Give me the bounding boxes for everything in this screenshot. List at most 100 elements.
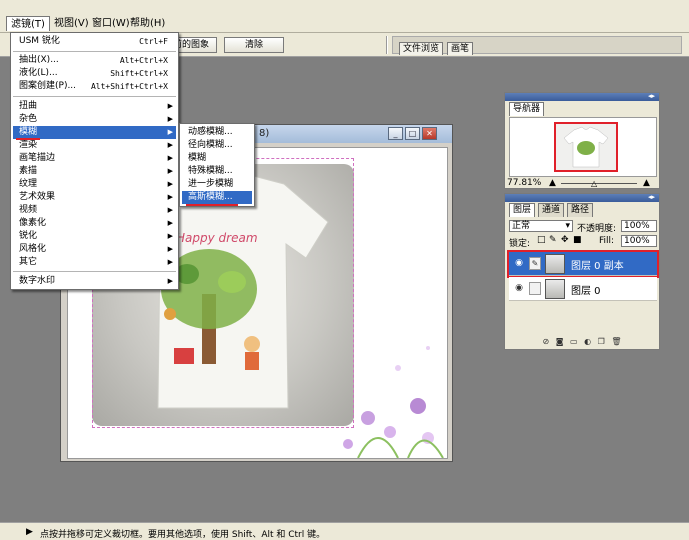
submenu-item-blur-more[interactable]: 进一步模糊 — [182, 178, 252, 191]
layers-footer: ⊘ ◙ ▭ ◐ ❐ 🗑 — [509, 337, 657, 347]
chevron-right-icon: ▶ — [167, 102, 173, 110]
menu-help[interactable]: 帮助(H) — [126, 16, 169, 31]
layers-panel: ◂▸ 图层 通道 路径 正常 ▾ 不透明度: 100% 锁定: □ ✎ ✥ ■ F… — [504, 193, 660, 350]
submenu-item-motion-blur[interactable]: 动感模糊... — [182, 126, 252, 139]
submenu-item-blur[interactable]: 模糊 — [182, 152, 252, 165]
menu-item-digimarc[interactable]: 数字水印 ▶ — [13, 275, 176, 288]
menu-separator — [13, 96, 176, 97]
layer-row[interactable]: ◉ ✎ 图层 0 副本 — [507, 250, 659, 278]
chevron-right-icon: ▶ — [167, 277, 173, 285]
annotation-underline-gaussian — [186, 204, 238, 206]
lock-transparency-icon[interactable]: □ — [537, 235, 546, 245]
menu-separator — [13, 271, 176, 272]
tab-brushes[interactable]: 画笔 — [447, 42, 474, 55]
clear-button[interactable]: 清除 — [224, 37, 284, 53]
zoom-out-icon[interactable]: ▲ — [549, 178, 556, 189]
lock-all-icon[interactable]: ■ — [573, 235, 582, 245]
tab-navigator[interactable]: 导航器 — [509, 102, 545, 116]
chevron-right-icon: ▶ — [167, 206, 173, 214]
layer-style-icon[interactable]: ⊘ — [542, 337, 551, 346]
palette-titlebar[interactable]: ◂▸ — [505, 193, 659, 202]
submenu-item-smart-blur[interactable]: 特殊模糊... — [182, 165, 252, 178]
chevron-right-icon: ▶ — [167, 154, 173, 162]
layer-row[interactable]: ◉ 图层 0 — [509, 277, 657, 301]
menu-item-artistic[interactable]: 艺术效果 ▶ — [13, 191, 176, 204]
status-bar: ▶ 点按并拖移可定义裁切框。要用其他选项，使用 Shift、Alt 和 Ctrl… — [0, 522, 689, 540]
menu-view[interactable]: 视图(V) — [50, 16, 93, 31]
close-icon[interactable]: ✕ — [422, 127, 437, 140]
fill-field[interactable]: 100% — [621, 235, 657, 247]
navigator-view-box[interactable] — [554, 122, 618, 172]
mask-icon[interactable]: ◙ — [556, 337, 566, 346]
eye-icon[interactable]: ◉ — [511, 258, 527, 270]
status-text: 点按并拖移可定义裁切框。要用其他选项，使用 Shift、Alt 和 Ctrl 键… — [40, 530, 326, 540]
menu-item-usm-sharpen[interactable]: USM 锐化 Ctrl+F — [13, 35, 176, 48]
eye-icon[interactable]: ◉ — [511, 283, 527, 295]
menu-item-noise[interactable]: 杂色 ▶ — [13, 113, 176, 126]
lock-label: 锁定: — [509, 239, 531, 249]
navigator-zoom-row: 77.81% ▲ △ ▲ — [507, 178, 659, 189]
tshirt-thumbnail — [563, 126, 609, 168]
tab-layers[interactable]: 图层 — [509, 203, 536, 217]
layer-name[interactable]: 图层 0 — [571, 282, 601, 297]
navigator-zoom-value[interactable]: 77.81% — [507, 178, 541, 189]
menu-item-other[interactable]: 其它 ▶ — [13, 256, 176, 269]
chevron-right-icon: ▶ — [167, 128, 173, 136]
minimize-icon[interactable]: _ — [388, 127, 403, 140]
lock-image-icon[interactable]: ✎ — [549, 235, 557, 245]
menu-item-distort[interactable]: 扭曲 ▶ — [13, 100, 176, 113]
menu-separator — [13, 51, 176, 52]
tab-file-browser[interactable]: 文件浏览 — [399, 42, 444, 55]
new-set-icon[interactable]: ▭ — [570, 337, 580, 346]
menu-item-video[interactable]: 视频 ▶ — [13, 204, 176, 217]
tab-paths[interactable]: 路径 — [567, 203, 594, 217]
chevron-right-icon: ▶ — [167, 258, 173, 266]
new-layer-icon[interactable]: ❐ — [598, 337, 607, 346]
palette-well: 文件浏览 画笔 — [392, 36, 682, 55]
layer-thumbnail — [545, 254, 565, 274]
maximize-icon[interactable]: □ — [405, 127, 420, 140]
menu-item-extract[interactable]: 抽出(X)... Alt+Ctrl+X — [13, 54, 176, 67]
layer-name[interactable]: 图层 0 副本 — [571, 257, 624, 272]
brush-icon[interactable]: ✎ — [529, 257, 541, 270]
menu-item-pixelate[interactable]: 像素化 ▶ — [13, 217, 176, 230]
menu-item-sketch[interactable]: 素描 ▶ — [13, 165, 176, 178]
palette-menu-icon[interactable]: ◂▸ — [648, 193, 655, 201]
blend-mode-select[interactable]: 正常 ▾ — [509, 220, 573, 232]
menu-item-pattern-maker[interactable]: 图案创建(P)... Alt+Shift+Ctrl+X — [13, 80, 176, 93]
chevron-right-icon: ▶ — [167, 180, 173, 188]
chevron-down-icon: ▾ — [565, 221, 570, 231]
menu-filter[interactable]: 滤镜(T) — [6, 16, 50, 31]
trash-icon[interactable]: 🗑 — [611, 337, 623, 346]
chevron-right-icon: ▶ — [167, 167, 173, 175]
zoom-in-icon[interactable]: ▲ — [643, 178, 650, 189]
menu-item-texture[interactable]: 纹理 ▶ — [13, 178, 176, 191]
navigator-panel: ◂▸ 导航器 77.81% ▲ △ ▲ — [504, 92, 660, 189]
tab-channels[interactable]: 通道 — [538, 203, 565, 217]
zoom-slider[interactable] — [561, 183, 637, 184]
submenu-item-gaussian-blur[interactable]: 高斯模糊... — [182, 191, 252, 204]
menu-item-render[interactable]: 渲染 ▶ — [13, 139, 176, 152]
opacity-label: 不透明度: — [577, 224, 617, 234]
lock-position-icon[interactable]: ✥ — [561, 235, 569, 245]
palette-titlebar[interactable]: ◂▸ — [505, 92, 659, 101]
link-cell[interactable] — [529, 282, 541, 295]
submenu-item-radial-blur[interactable]: 径向模糊... — [182, 139, 252, 152]
document-title: 8) — [259, 128, 270, 139]
menu-item-sharpen[interactable]: 锐化 ▶ — [13, 230, 176, 243]
chevron-right-icon: ▶ — [167, 115, 173, 123]
chevron-right-icon: ▶ — [167, 219, 173, 227]
flower-decoration — [343, 346, 444, 458]
adjustment-layer-icon[interactable]: ◐ — [584, 337, 593, 346]
menu-item-brush-strokes[interactable]: 画笔描边 ▶ — [13, 152, 176, 165]
triangle-right-icon[interactable]: ▶ — [26, 527, 33, 537]
fill-label: Fill: — [599, 236, 615, 246]
palette-menu-icon[interactable]: ◂▸ — [648, 92, 655, 100]
menu-item-liquify[interactable]: 液化(L)... Shift+Ctrl+X — [13, 67, 176, 80]
navigator-preview[interactable] — [509, 117, 657, 177]
opacity-field[interactable]: 100% — [621, 220, 657, 232]
blur-submenu: 动感模糊... 径向模糊... 模糊 特殊模糊... 进一步模糊 高斯模糊... — [179, 123, 255, 207]
zoom-slider-handle[interactable]: △ — [591, 178, 597, 189]
filter-menu: USM 锐化 Ctrl+F 抽出(X)... Alt+Ctrl+X 液化(L)...… — [10, 32, 179, 290]
menu-item-stylize[interactable]: 风格化 ▶ — [13, 243, 176, 256]
